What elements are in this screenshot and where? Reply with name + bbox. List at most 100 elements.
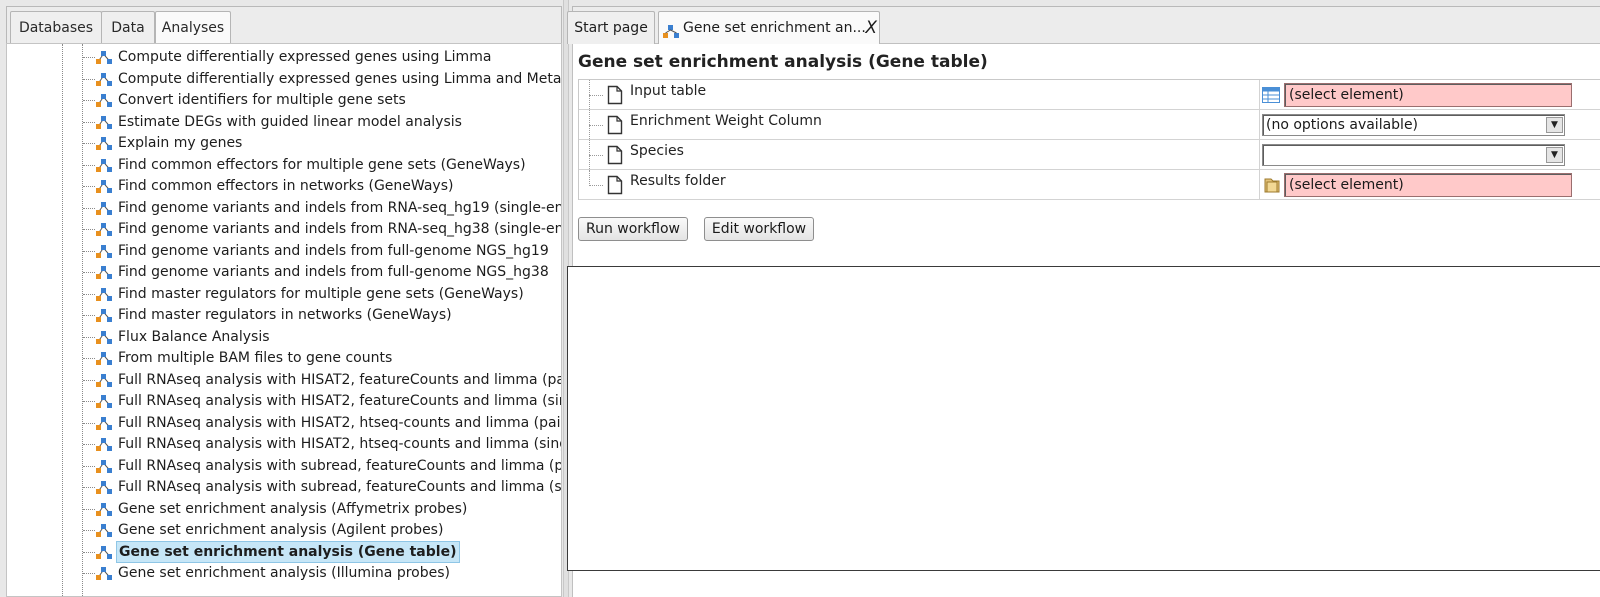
tree-guide-line [83,57,95,58]
tree-guide-line [83,272,95,273]
enrichment-weight-select[interactable]: (no options available) ▼ [1262,114,1565,136]
folder-icon [1264,178,1280,193]
tree-guide-line [589,170,590,184]
tree-item-label: Find common effectors in networks (GeneW… [118,178,454,194]
output-pane [567,266,1600,571]
column-divider [1259,140,1260,169]
param-label: Species [630,143,684,159]
table-icon [1262,87,1280,103]
workflow-icon [95,114,113,131]
tree-item-label: Full RNAseq analysis with HISAT2, featur… [118,371,562,388]
tree-guide-line [82,44,83,596]
workflow-icon [95,544,113,561]
analyses-tree[interactable]: Compute differentially expressed genes u… [6,43,562,597]
tree-item-label: Compute differentially expressed genes u… [118,70,562,87]
document-tab-strip: Start page Gene set enrichment an... X [567,6,1600,45]
results-folder-field[interactable]: (select element) [1284,173,1572,197]
tree-guide-line [83,336,95,338]
tree-guide-line [83,401,95,402]
tree-item-label: Find genome variants and indels from RNA… [118,221,562,237]
workflow-icon [95,436,113,453]
tab-data[interactable]: Data [101,11,155,44]
tree-guide-line [83,207,95,209]
document-icon [607,85,623,105]
tree-item-label: Explain my genes [118,135,243,151]
workflow-icon [95,49,113,66]
tree-guide-line [83,100,95,101]
workflow-icon [95,200,113,217]
param-row-species: Species ▼ [579,140,1600,170]
tree-item-label: Find master regulators for multiple gene… [118,285,524,302]
chevron-down-icon[interactable]: ▼ [1546,147,1563,163]
run-workflow-button[interactable]: Run workflow [578,217,688,241]
workflow-icon [95,522,113,539]
tree-item-label: Full RNAseq analysis with subread, featu… [118,479,562,495]
tree-guide-line [589,185,603,186]
tree-guide-line [83,293,95,295]
tree-item-label: Find genome variants and indels from ful… [118,242,549,259]
tab-gene-set-enrichment[interactable]: Gene set enrichment an... X [658,11,880,45]
workflow-icon [95,350,113,367]
tab-analyses[interactable]: Analyses [155,11,231,45]
tree-guide-line [83,465,95,467]
column-divider [1259,80,1260,109]
tree-guide-line [83,229,95,230]
tree-guide-line [83,551,95,553]
tree-guide-line [83,379,95,381]
workflow-icon [95,71,113,88]
tree-item-label: Gene set enrichment analysis (Illumina p… [118,565,450,581]
tree-item-label: Find common effectors for multiple gene … [118,156,526,173]
tab-databases[interactable]: Databases [10,11,102,44]
tab-start-page[interactable]: Start page [567,11,655,44]
workflow-icon [95,92,113,109]
chevron-down-icon[interactable]: ▼ [1546,117,1563,133]
tree-item-label: Find genome variants and indels from ful… [118,264,549,280]
tree-guide-line [83,530,95,531]
workflow-icon [95,479,113,496]
species-select[interactable]: ▼ [1262,144,1565,166]
param-label: Results folder [630,173,726,189]
workflow-icon [95,307,113,324]
tree-item-label: Estimate DEGs with guided linear model a… [118,113,462,130]
param-row-results-folder: Results folder (select element) [579,170,1600,200]
document-icon [607,145,623,165]
tree-guide-line [83,508,95,510]
workflow-icon [95,501,113,518]
tree-item-label: Find genome variants and indels from RNA… [118,199,562,216]
select-value: (no options available) [1266,117,1419,133]
workflow-icon [95,178,113,195]
tree-guide-line [589,125,603,126]
param-label: Input table [630,83,707,99]
tree-guide-line [83,78,95,80]
parameters-table: Input table (select element) Enrichment … [578,79,1600,200]
input-table-field[interactable]: (select element) [1284,83,1572,107]
tree-guide-line [83,573,95,574]
workflow-icon [95,243,113,260]
close-tab-icon[interactable]: X [865,12,877,44]
param-label: Enrichment Weight Column [630,113,822,129]
tree-guide-line [83,358,95,359]
tree-item-label: Convert identifiers for multiple gene se… [118,92,406,108]
tree-guide-line [83,164,95,166]
workflow-icon [95,286,113,303]
column-divider [1259,110,1260,139]
workflow-icon [95,458,113,475]
tree-guide-line [83,186,95,187]
workflow-icon [95,415,113,432]
tree-guide-line [589,155,603,156]
tree-item-label: Full RNAseq analysis with subread, featu… [118,457,562,474]
workflow-icon [95,264,113,281]
workflow-icon [95,393,113,410]
tree-guide-line [83,315,95,316]
tree-guide-line [589,95,603,96]
left-tab-strip: Databases Data Analyses [6,6,562,45]
workflow-icon [95,372,113,389]
tree-guide-line [83,250,95,252]
tree-item-label: Full RNAseq analysis with HISAT2, featur… [118,393,562,409]
workflow-page: Gene set enrichment analysis (Gene table… [567,44,1600,597]
edit-workflow-button[interactable]: Edit workflow [704,217,814,241]
tree-guide-line [83,487,95,488]
workflow-icon [95,135,113,152]
tree-item-label: From multiple BAM files to gene counts [118,350,393,366]
tree-guide-line [83,444,95,445]
